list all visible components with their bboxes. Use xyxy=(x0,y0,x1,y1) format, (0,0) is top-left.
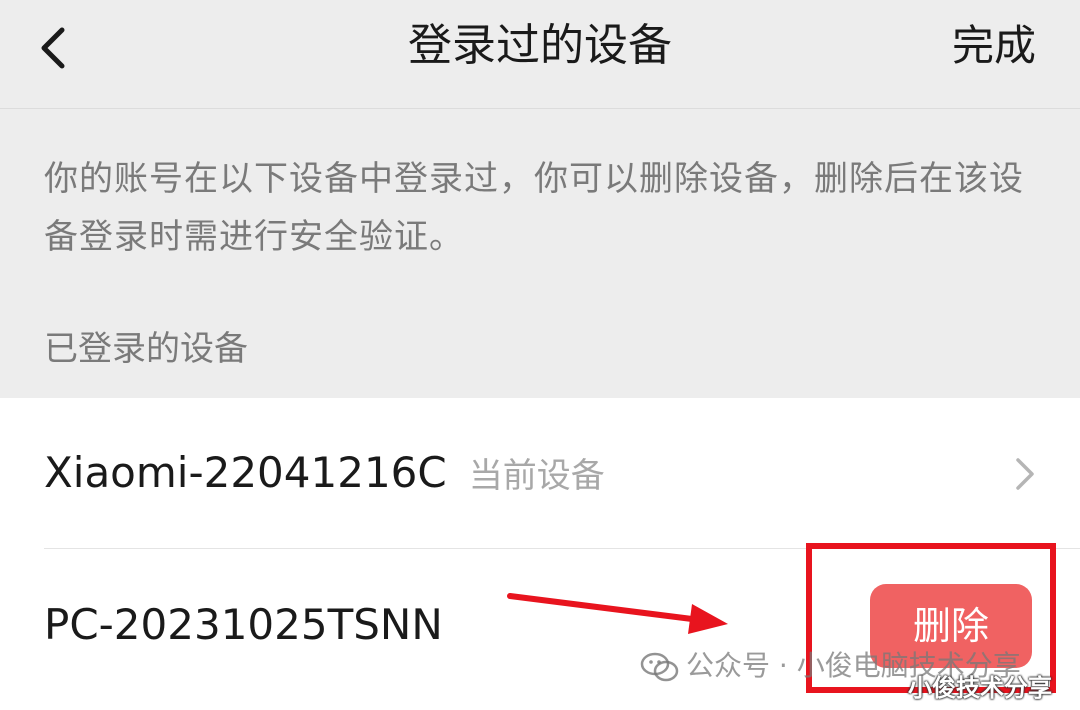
device-row-current[interactable]: Xiaomi-22041216C 当前设备 xyxy=(0,398,1080,549)
watermark-secondary: 小俊技术分享 xyxy=(908,674,1052,702)
description-text: 你的账号在以下设备中登录过，你可以删除设备，删除后在该设备登录时需进行安全验证。 xyxy=(44,159,1024,257)
device-name: Xiaomi-22041216C xyxy=(44,448,447,497)
current-device-tag: 当前设备 xyxy=(468,456,605,496)
wechat-icon xyxy=(640,652,679,682)
device-name-line: Xiaomi-22041216C 当前设备 xyxy=(44,444,605,505)
nav-bar: 登录过的设备 完成 xyxy=(0,0,1080,109)
page-title: 登录过的设备 xyxy=(408,20,672,71)
chevron-right-icon xyxy=(1016,458,1034,490)
device-name: PC-20231025TSNN xyxy=(44,600,443,649)
screen: 登录过的设备 完成 你的账号在以下设备中登录过，你可以删除设备，删除后在该设备登… xyxy=(0,0,1080,710)
annotation-arrow-icon xyxy=(507,593,728,634)
section-header: 已登录的设备 xyxy=(44,329,248,369)
done-button[interactable]: 完成 xyxy=(952,14,1036,78)
